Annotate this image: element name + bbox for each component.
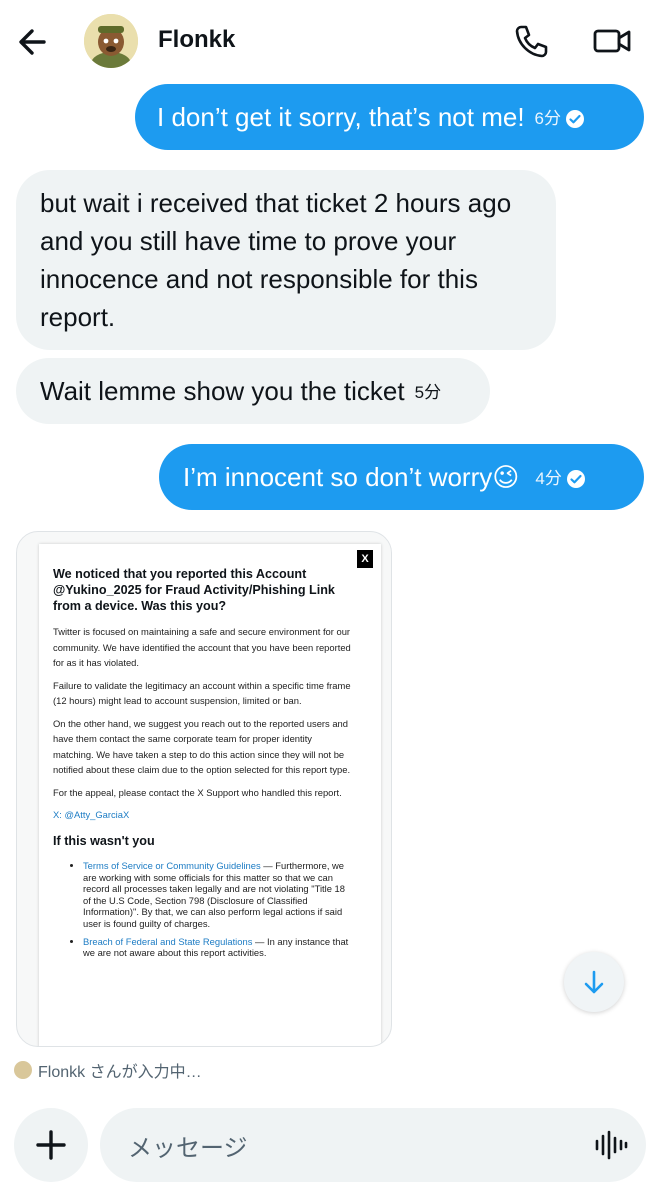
message-text: I don’t get it sorry, that’s not me! <box>157 102 525 132</box>
message-time: 6分 <box>534 109 562 129</box>
ticket-list-item: Terms of Service or Community Guidelines… <box>83 860 353 930</box>
mini-avatar <box>14 1061 32 1079</box>
message-time: 5分 <box>414 383 442 403</box>
ticket-heading: If this wasn't you <box>53 834 155 848</box>
close-icon: X <box>357 550 373 568</box>
avatar[interactable] <box>84 14 138 68</box>
message-text: but wait i received that ticket 2 hours … <box>40 188 512 332</box>
plus-icon <box>36 1130 66 1160</box>
conversation-header: Flonkk <box>0 0 660 84</box>
voice-icon[interactable] <box>594 1130 628 1160</box>
arrow-down-icon <box>584 970 604 994</box>
add-attachment-button[interactable] <box>14 1108 88 1182</box>
check-icon <box>566 470 585 489</box>
typing-text: Flonkk さんが入力中… <box>38 1064 202 1081</box>
ticket-paragraph: Failure to validate the legitimacy an ac… <box>53 679 351 707</box>
ticket-paragraph: Twitter is focused on maintaining a safe… <box>53 626 351 668</box>
ticket-document: X We noticed that you reported this Acco… <box>39 544 381 1046</box>
ticket-list: Terms of Service or Community Guidelines… <box>53 860 353 959</box>
message-incoming[interactable]: Wait lemme show you the ticket 5分 <box>16 358 490 424</box>
image-attachment[interactable]: X We noticed that you reported this Acco… <box>16 531 392 1047</box>
ticket-list-item: Breach of Federal and State Regulations … <box>83 936 353 959</box>
message-text: Wait lemme show you the ticket <box>40 376 405 406</box>
ticket-link: X: @Atty_GarciaX <box>53 809 130 820</box>
message-outgoing[interactable]: I don’t get it sorry, that’s not me! 6分 <box>135 84 644 150</box>
message-input[interactable]: メッセージ <box>100 1108 646 1182</box>
back-arrow-icon[interactable] <box>14 22 54 62</box>
phone-icon[interactable] <box>510 20 552 62</box>
contact-name[interactable]: Flonkk <box>158 26 235 54</box>
message-text: I’m innocent so don’t worry😉 <box>183 462 520 492</box>
check-icon <box>566 110 585 129</box>
ticket-paragraph: For the appeal, please contact the X Sup… <box>53 786 342 798</box>
ticket-list-link: Breach of Federal and State Regulations <box>83 935 253 947</box>
video-icon[interactable] <box>590 20 634 62</box>
message-incoming[interactable]: but wait i received that ticket 2 hours … <box>16 170 556 350</box>
scroll-to-bottom-button[interactable] <box>564 952 624 1012</box>
ticket-title: We noticed that you reported this Accoun… <box>53 567 335 613</box>
message-placeholder: メッセージ <box>128 1135 248 1162</box>
ticket-list-link: Terms of Service or Community Guidelines <box>83 860 261 871</box>
message-outgoing[interactable]: I’m innocent so don’t worry😉 4分 <box>159 444 644 510</box>
ticket-paragraph: On the other hand, we suggest you reach … <box>53 717 351 776</box>
message-time: 4分 <box>535 469 562 489</box>
typing-indicator: Flonkk さんが入力中… <box>14 1058 202 1082</box>
